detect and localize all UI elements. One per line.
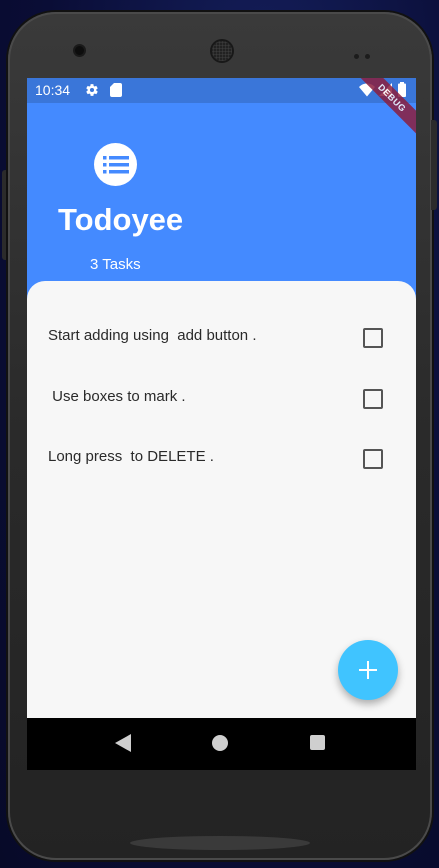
home-icon[interactable] <box>212 735 228 751</box>
earpiece-speaker <box>212 41 232 61</box>
sd-card-icon <box>110 83 122 97</box>
add-task-button[interactable] <box>338 640 398 700</box>
status-time: 10:34 <box>35 82 71 98</box>
back-icon[interactable] <box>115 734 131 752</box>
emulator-stage: 10:34 DEBUG Todoyee 3 Tasks Start adding… <box>0 0 439 868</box>
list-icon <box>94 143 137 186</box>
task-item[interactable]: Use boxes to mark . <box>27 378 416 418</box>
task-checkbox[interactable] <box>363 389 383 409</box>
task-item[interactable]: Start adding using add button . <box>27 317 416 357</box>
phone-bottom-edge <box>130 836 310 850</box>
front-camera <box>75 46 84 55</box>
task-checkbox[interactable] <box>363 328 383 348</box>
navigation-bar <box>27 718 416 770</box>
gear-icon <box>86 84 98 96</box>
device-screen: 10:34 DEBUG Todoyee 3 Tasks Start adding… <box>27 78 416 770</box>
phone-side-button-right <box>431 120 437 210</box>
task-text: Start adding using add button . <box>48 327 257 344</box>
task-checkbox[interactable] <box>363 449 383 469</box>
task-count: 3 Tasks <box>90 256 141 273</box>
task-text: Use boxes to mark . <box>48 388 186 405</box>
proximity-sensors <box>354 46 378 59</box>
task-item[interactable]: Long press to DELETE . <box>27 438 416 478</box>
task-text: Long press to DELETE . <box>48 448 214 465</box>
app-title: Todoyee <box>58 202 184 237</box>
recents-icon[interactable] <box>310 735 325 750</box>
status-bar: 10:34 <box>27 78 416 103</box>
plus-icon <box>359 661 377 679</box>
